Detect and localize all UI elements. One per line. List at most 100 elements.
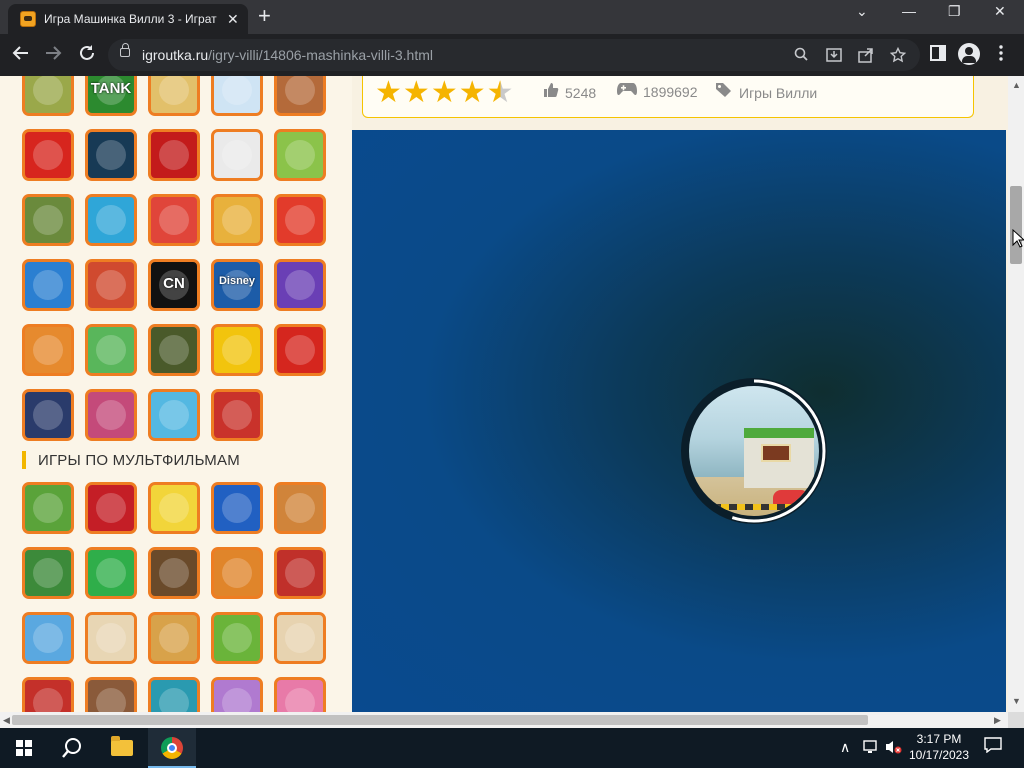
back-icon[interactable] [12,44,30,66]
horizontal-scrollbar[interactable]: ◀ ▶ [0,712,1008,728]
cartoon-game-thumbnail[interactable] [22,547,74,599]
chrome-taskbar-button[interactable] [148,728,196,768]
cartoon-game-thumbnail[interactable] [211,677,263,712]
taskbar-search-button[interactable] [48,728,96,768]
cartoon-game-thumbnail[interactable] [274,547,326,599]
cartoon-game-thumbnail[interactable] [22,482,74,534]
cartoon-game-thumbnail[interactable] [274,612,326,664]
cartoon-game-thumbnail[interactable] [22,612,74,664]
game-thumbnail[interactable] [274,129,326,181]
game-thumbnail[interactable]: TANK [85,76,137,116]
game-thumbnail[interactable] [148,324,200,376]
lock-icon[interactable] [120,43,130,57]
show-hidden-icons-button[interactable]: ∧ [840,739,850,756]
cartoon-game-thumbnail[interactable] [22,677,74,712]
game-frame[interactable] [352,130,1006,712]
game-thumbnail[interactable] [148,76,200,116]
system-clock[interactable]: 3:17 PM 10/17/2023 [906,731,972,763]
star-icon[interactable]: ★ [431,78,458,108]
minimize-button[interactable]: — [902,3,916,19]
cartoon-game-thumbnail[interactable] [274,677,326,712]
game-thumbnail[interactable] [22,129,74,181]
game-thumbnail[interactable] [22,324,74,376]
cartoon-game-thumbnail[interactable] [274,482,326,534]
bookmark-star-icon[interactable] [889,46,907,67]
cartoon-game-thumbnail[interactable] [211,547,263,599]
cartoon-game-thumbnail[interactable] [85,547,137,599]
game-thumbnail[interactable] [211,324,263,376]
search-icon[interactable] [794,47,808,65]
game-thumbnail[interactable] [22,194,74,246]
cartoon-game-thumbnail[interactable] [85,612,137,664]
window-close-button[interactable]: ✕ [994,3,1006,20]
cartoon-game-thumbnail[interactable] [148,612,200,664]
address-bar[interactable]: igroutka.ru/igry-villi/14806-mashinka-vi… [108,39,920,71]
game-thumbnail[interactable] [85,194,137,246]
thumbnail-art [159,335,189,365]
game-thumbnail[interactable] [22,259,74,311]
scroll-down-arrow-icon[interactable]: ▼ [1012,696,1021,706]
game-thumbnail[interactable] [274,259,326,311]
game-thumbnail[interactable]: Disney [211,259,263,311]
vertical-scrollbar[interactable]: ▲ ▼ [1008,76,1024,712]
new-tab-button[interactable]: + [258,5,271,27]
game-thumbnail[interactable] [22,389,74,441]
thumbnail-art [222,400,252,430]
game-thumbnail[interactable] [274,324,326,376]
game-thumbnail[interactable] [211,194,263,246]
star-icon[interactable]: ★ [459,78,486,108]
star-icon[interactable]: ★ [403,78,430,108]
cartoon-game-thumbnail[interactable] [148,547,200,599]
game-thumbnail[interactable]: CN [148,259,200,311]
forward-icon[interactable] [44,44,62,66]
install-icon[interactable] [826,47,842,67]
network-icon[interactable] [862,739,880,758]
notifications-icon[interactable] [984,737,1002,758]
browser-tab-active[interactable]: Игра Машинка Вилли 3 - Играт ✕ [8,4,248,34]
scroll-up-arrow-icon[interactable]: ▲ [1012,80,1021,90]
side-panel-icon[interactable] [930,45,946,66]
game-thumbnail[interactable] [85,324,137,376]
game-thumbnail[interactable] [22,76,74,116]
tab-search-button[interactable]: ⌄ [856,3,868,20]
cartoon-game-thumbnail[interactable] [211,612,263,664]
scroll-right-arrow-icon[interactable]: ▶ [994,715,1001,726]
cartoon-game-thumbnail[interactable] [85,482,137,534]
game-thumbnail[interactable] [211,389,263,441]
rating-stars[interactable]: ★ ★ ★ ★ ★ [375,78,515,108]
start-button[interactable] [0,728,48,768]
game-thumbnail[interactable] [148,129,200,181]
game-thumbnail[interactable] [211,76,263,116]
reload-icon[interactable] [78,44,96,66]
cartoon-game-thumbnail[interactable] [85,677,137,712]
category-tag[interactable]: Игры Вилли [715,82,817,103]
game-thumbnail[interactable] [85,259,137,311]
volume-muted-icon[interactable] [884,739,902,758]
tab-close-button[interactable]: ✕ [227,11,239,28]
game-thumbnail[interactable] [274,194,326,246]
game-thumbnail[interactable] [85,389,137,441]
thumbnail-art [159,688,189,712]
game-thumbnail[interactable] [274,76,326,116]
star-icon[interactable]: ★ [487,78,514,108]
game-thumbnail[interactable] [211,129,263,181]
cartoon-game-thumbnail[interactable] [148,677,200,712]
menu-icon[interactable] [998,45,1004,66]
star-icon[interactable]: ★ [375,78,402,108]
cartoon-game-thumbnail[interactable] [148,482,200,534]
cartoon-game-thumbnail[interactable] [211,482,263,534]
profile-icon[interactable] [958,43,980,65]
scroll-left-arrow-icon[interactable]: ◀ [3,715,10,726]
game-thumbnail[interactable] [148,194,200,246]
horizontal-scroll-thumb[interactable] [12,715,868,725]
vertical-scroll-thumb[interactable] [1010,186,1022,264]
file-explorer-button[interactable] [98,728,146,768]
restore-button[interactable]: ❐ [948,3,961,20]
thumbnail-art [33,140,63,170]
share-icon[interactable] [858,47,874,67]
category-link[interactable]: Игры Вилли [739,85,817,101]
likes-stat[interactable]: 5248 [543,82,596,103]
game-thumbnail[interactable] [148,389,200,441]
url-text[interactable]: igroutka.ru/igry-villi/14806-mashinka-vi… [142,47,433,63]
game-thumbnail[interactable] [85,129,137,181]
